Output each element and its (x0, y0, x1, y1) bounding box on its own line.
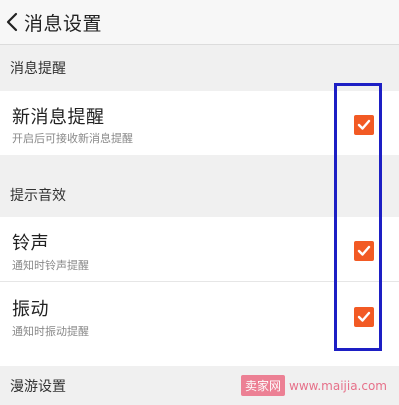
message-settings-screen: 消息设置 消息提醒 新消息提醒 开启后可接收新消息提醒 提示音效 铃声 通知时铃… (0, 0, 399, 405)
setting-subtitle: 通知时振动提醒 (12, 325, 89, 338)
chevron-left-icon (4, 11, 22, 33)
setting-title: 振动 (12, 299, 49, 320)
setting-row-new-message[interactable]: 新消息提醒 开启后可接收新消息提醒 (0, 91, 399, 155)
section-header-message-alert: 消息提醒 (0, 45, 399, 91)
back-button[interactable] (0, 0, 22, 45)
watermark-logo: 卖家网 (240, 375, 285, 396)
ringtone-checkbox[interactable] (354, 241, 374, 261)
setting-title: 铃声 (12, 233, 49, 254)
checkmark-icon (357, 119, 371, 130)
setting-row-vibration[interactable]: 振动 通知时振动提醒 (0, 282, 399, 350)
setting-subtitle: 通知时铃声提醒 (12, 259, 89, 272)
watermark-url: www.maijia.com (289, 378, 387, 393)
new-message-checkbox[interactable] (354, 115, 374, 135)
page-title: 消息设置 (24, 12, 103, 35)
checkmark-icon (357, 245, 371, 256)
section-header-sound-effects: 提示音效 (0, 155, 399, 217)
setting-row-ringtone[interactable]: 铃声 通知时铃声提醒 (0, 217, 399, 281)
setting-subtitle: 开启后可接收新消息提醒 (12, 132, 133, 145)
top-bar: 消息设置 (0, 0, 399, 45)
checkmark-icon (357, 311, 371, 322)
vibration-checkbox[interactable] (354, 307, 374, 327)
setting-title: 新消息提醒 (12, 107, 105, 128)
watermark: 卖家网 www.maijia.com (240, 375, 387, 396)
